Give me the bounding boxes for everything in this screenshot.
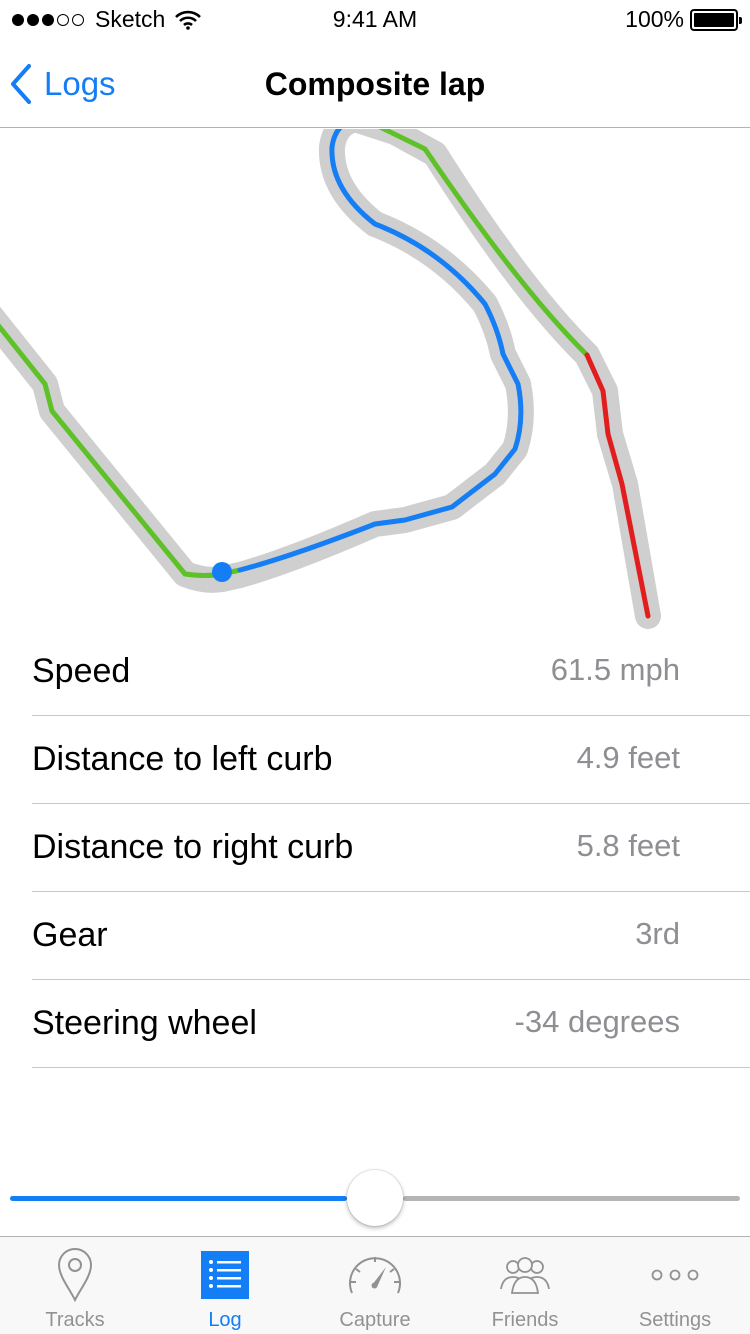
navigation-bar: Logs Composite lap	[0, 40, 750, 128]
tab-label: Tracks	[45, 1309, 105, 1331]
tab-tracks[interactable]: Tracks	[0, 1237, 150, 1334]
metric-value: 61.5 mph	[550, 652, 680, 687]
metric-label: Distance to left curb	[32, 740, 333, 778]
scrubber-thumb[interactable]	[347, 1170, 403, 1226]
tab-settings[interactable]: Settings	[600, 1237, 750, 1334]
metric-row-right-curb: Distance to right curb 5.8 feet	[32, 804, 750, 892]
metric-label: Distance to right curb	[32, 828, 354, 866]
tab-capture[interactable]: Capture	[300, 1237, 450, 1334]
tab-label: Settings	[638, 1309, 712, 1331]
metric-value: 4.9 feet	[576, 740, 680, 775]
status-right: 100%	[625, 6, 742, 33]
metric-value: 5.8 feet	[576, 828, 680, 863]
metric-value: 3rd	[635, 916, 680, 951]
metric-row-steering: Steering wheel -34 degrees	[32, 980, 750, 1068]
battery-icon	[690, 8, 742, 31]
tab-label: Friends	[491, 1309, 559, 1331]
track-sector-blue	[237, 129, 524, 573]
scrubber-track-remaining	[403, 1196, 740, 1201]
status-bar: Sketch 9:41 AM 100%	[0, 0, 750, 40]
tab-label: Capture	[339, 1309, 411, 1331]
car-position-marker[interactable]	[212, 562, 232, 582]
more-icon	[645, 1247, 705, 1303]
lap-scrubber-slider[interactable]	[10, 1170, 740, 1226]
metric-row-speed: Speed 61.5 mph	[32, 628, 750, 716]
metric-label: Speed	[32, 652, 131, 690]
metric-row-gear: Gear 3rd	[32, 892, 750, 980]
metric-label: Gear	[32, 916, 108, 954]
metric-row-left-curb: Distance to left curb 4.9 feet	[32, 716, 750, 804]
track-map-canvas	[0, 129, 661, 629]
map-pin-icon	[45, 1247, 105, 1303]
metric-label: Steering wheel	[32, 1004, 257, 1042]
list-icon	[195, 1247, 255, 1303]
tab-label: Log	[208, 1309, 242, 1331]
page-title: Composite lap	[264, 66, 486, 102]
speedometer-icon	[345, 1247, 405, 1303]
metrics-list: Speed 61.5 mph Distance to left curb 4.9…	[0, 628, 750, 1068]
tab-friends[interactable]: Friends	[450, 1237, 600, 1334]
metric-value: -34 degrees	[514, 1004, 680, 1039]
friends-icon	[495, 1247, 555, 1303]
battery-percent: 100%	[625, 6, 684, 32]
scrubber-track-filled	[10, 1196, 347, 1201]
tab-log[interactable]: Log	[150, 1237, 300, 1334]
tab-bar: Tracks Log Capture Friends Settings	[0, 1236, 750, 1334]
track-map[interactable]	[0, 129, 750, 629]
